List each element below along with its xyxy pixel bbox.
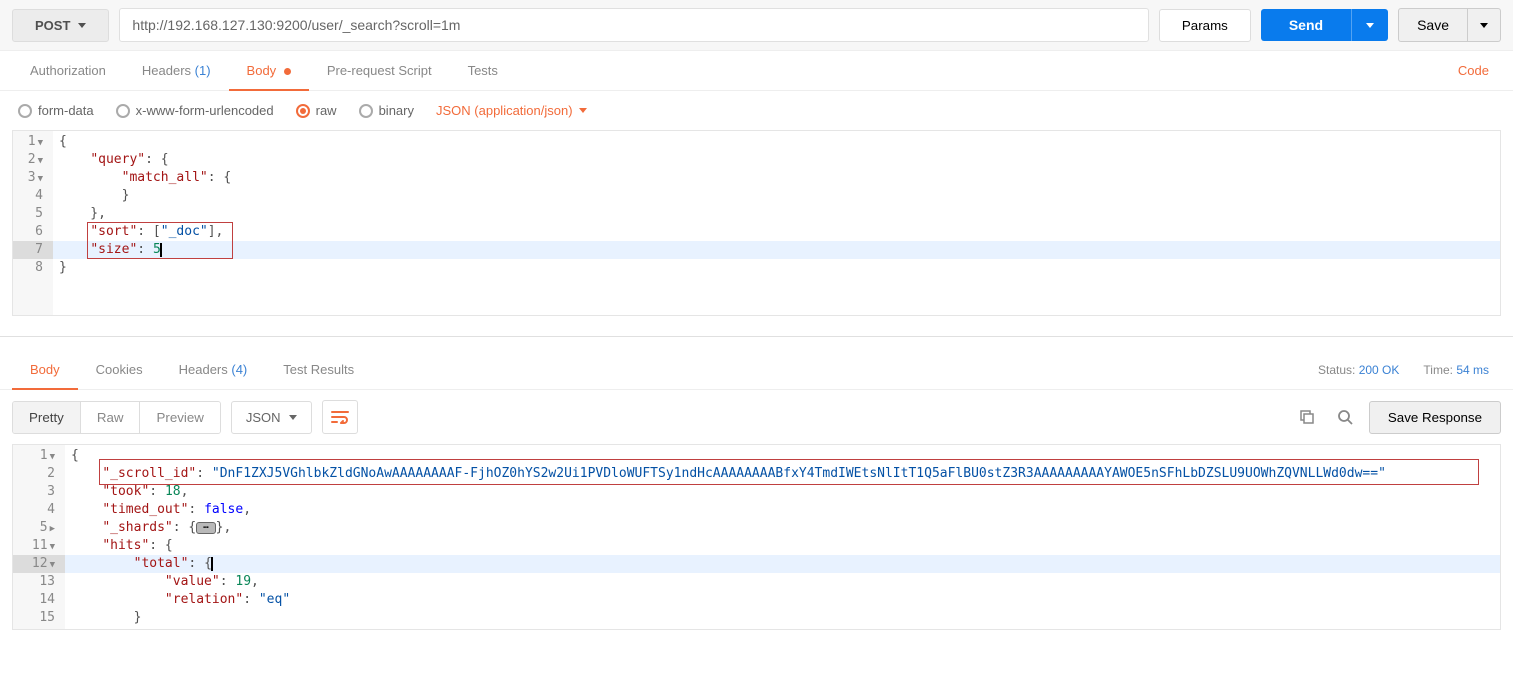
params-button[interactable]: Params (1159, 9, 1251, 42)
code-line: { (65, 447, 1500, 465)
content-type-select[interactable]: JSON (application/json) (436, 103, 587, 118)
resp-tab-test-results[interactable]: Test Results (265, 350, 372, 389)
code-line: { (53, 133, 1500, 151)
cursor-icon (160, 243, 162, 257)
request-tabs: Authorization Headers (1) Body Pre-reque… (0, 51, 1513, 91)
cursor-icon (211, 557, 213, 571)
code-line: } (53, 187, 1500, 205)
tab-body-label: Body (247, 63, 277, 78)
fold-badge-icon[interactable]: ⋯ (196, 522, 215, 534)
code-line: }, (53, 205, 1500, 223)
code-line: "_scroll_id": "DnF1ZXJ5VGhlbkZldGNoAwAAA… (65, 465, 1500, 483)
copy-icon (1299, 409, 1315, 425)
radio-icon (18, 104, 32, 118)
search-icon (1337, 409, 1353, 425)
code-line: "hits": { (65, 537, 1500, 555)
wrap-lines-button[interactable] (322, 400, 358, 434)
chevron-down-icon (579, 108, 587, 113)
resp-tab-headers-label: Headers (179, 362, 228, 377)
view-pretty[interactable]: Pretty (13, 402, 81, 433)
radio-binary[interactable]: binary (359, 103, 414, 118)
send-dropdown[interactable] (1351, 9, 1388, 41)
code-line: "sort": ["_doc"], (53, 223, 1500, 241)
request-body-editor[interactable]: 1▼ 2▼ 3▼ 4 5 6 7 8 { "query": { "match_a… (12, 130, 1501, 316)
tab-headers-label: Headers (142, 63, 191, 78)
gutter: 1▼ 2 3 4 5▶ 11▼ 12▼ 13 14 15 (13, 445, 65, 629)
response-format-select[interactable]: JSON (231, 401, 312, 434)
radio-form-data[interactable]: form-data (18, 103, 94, 118)
code-line: "took": 18, (65, 483, 1500, 501)
radio-icon (116, 104, 130, 118)
radio-icon (359, 104, 373, 118)
method-label: POST (35, 18, 70, 33)
save-button[interactable]: Save (1398, 8, 1468, 42)
chevron-down-icon (1366, 23, 1374, 28)
tab-headers[interactable]: Headers (1) (124, 51, 229, 90)
code-line: "value": 19, (65, 573, 1500, 591)
copy-button[interactable] (1293, 403, 1321, 431)
save-dropdown[interactable] (1468, 8, 1501, 42)
modified-dot-icon (284, 68, 291, 75)
send-button[interactable]: Send (1261, 9, 1351, 41)
chevron-down-icon (1480, 23, 1488, 28)
code-link[interactable]: Code (1458, 63, 1501, 78)
time-value: 54 ms (1456, 363, 1489, 377)
code-line: } (53, 259, 1500, 277)
tab-tests[interactable]: Tests (450, 51, 516, 90)
response-tabs: Body Cookies Headers (4) Test Results St… (0, 350, 1513, 390)
view-mode-group: Pretty Raw Preview (12, 401, 221, 434)
code-line: "size": 5 (53, 241, 1500, 259)
radio-icon (296, 104, 310, 118)
divider (0, 336, 1513, 350)
http-method-select[interactable]: POST (12, 9, 109, 42)
response-body-editor[interactable]: 1▼ 2 3 4 5▶ 11▼ 12▼ 13 14 15 { "_scroll_… (12, 444, 1501, 630)
view-raw[interactable]: Raw (81, 402, 141, 433)
code-line: "relation": "eq" (65, 591, 1500, 609)
tab-body[interactable]: Body (229, 51, 309, 90)
response-meta: Status: 200 OK Time: 54 ms (1318, 363, 1501, 377)
code-line: "query": { (53, 151, 1500, 169)
url-input[interactable] (119, 8, 1149, 42)
headers-count: (1) (195, 63, 211, 78)
view-preview[interactable]: Preview (140, 402, 219, 433)
code-line: "timed_out": false, (65, 501, 1500, 519)
radio-urlencoded[interactable]: x-www-form-urlencoded (116, 103, 274, 118)
tab-authorization[interactable]: Authorization (12, 51, 124, 90)
radio-raw[interactable]: raw (296, 103, 337, 118)
code-line: "match_all": { (53, 169, 1500, 187)
save-response-button[interactable]: Save Response (1369, 401, 1501, 434)
wrap-icon (331, 410, 349, 424)
chevron-down-icon (78, 23, 86, 28)
code-area[interactable]: { "_scroll_id": "DnF1ZXJ5VGhlbkZldGNoAwA… (65, 445, 1500, 629)
resp-headers-count: (4) (231, 362, 247, 377)
code-area[interactable]: { "query": { "match_all": { } }, "sort":… (53, 131, 1500, 315)
request-bar: POST Params Send Save (0, 0, 1513, 51)
gutter: 1▼ 2▼ 3▼ 4 5 6 7 8 (13, 131, 53, 315)
resp-tab-headers[interactable]: Headers (4) (161, 350, 266, 389)
chevron-down-icon (289, 415, 297, 420)
resp-tab-cookies[interactable]: Cookies (78, 350, 161, 389)
status-value: 200 OK (1359, 363, 1400, 377)
body-options: form-data x-www-form-urlencoded raw bina… (0, 91, 1513, 130)
resp-tab-body[interactable]: Body (12, 350, 78, 389)
search-button[interactable] (1331, 403, 1359, 431)
tab-pre-request[interactable]: Pre-request Script (309, 51, 450, 90)
send-group: Send (1261, 9, 1388, 41)
code-line: } (65, 609, 1500, 627)
code-line: "_shards": {⋯}, (65, 519, 1500, 537)
right-tools: Save Response (1293, 401, 1501, 434)
response-toolbar: Pretty Raw Preview JSON Save Response (0, 390, 1513, 444)
code-line: "total": { (65, 555, 1500, 573)
save-group: Save (1398, 8, 1501, 42)
